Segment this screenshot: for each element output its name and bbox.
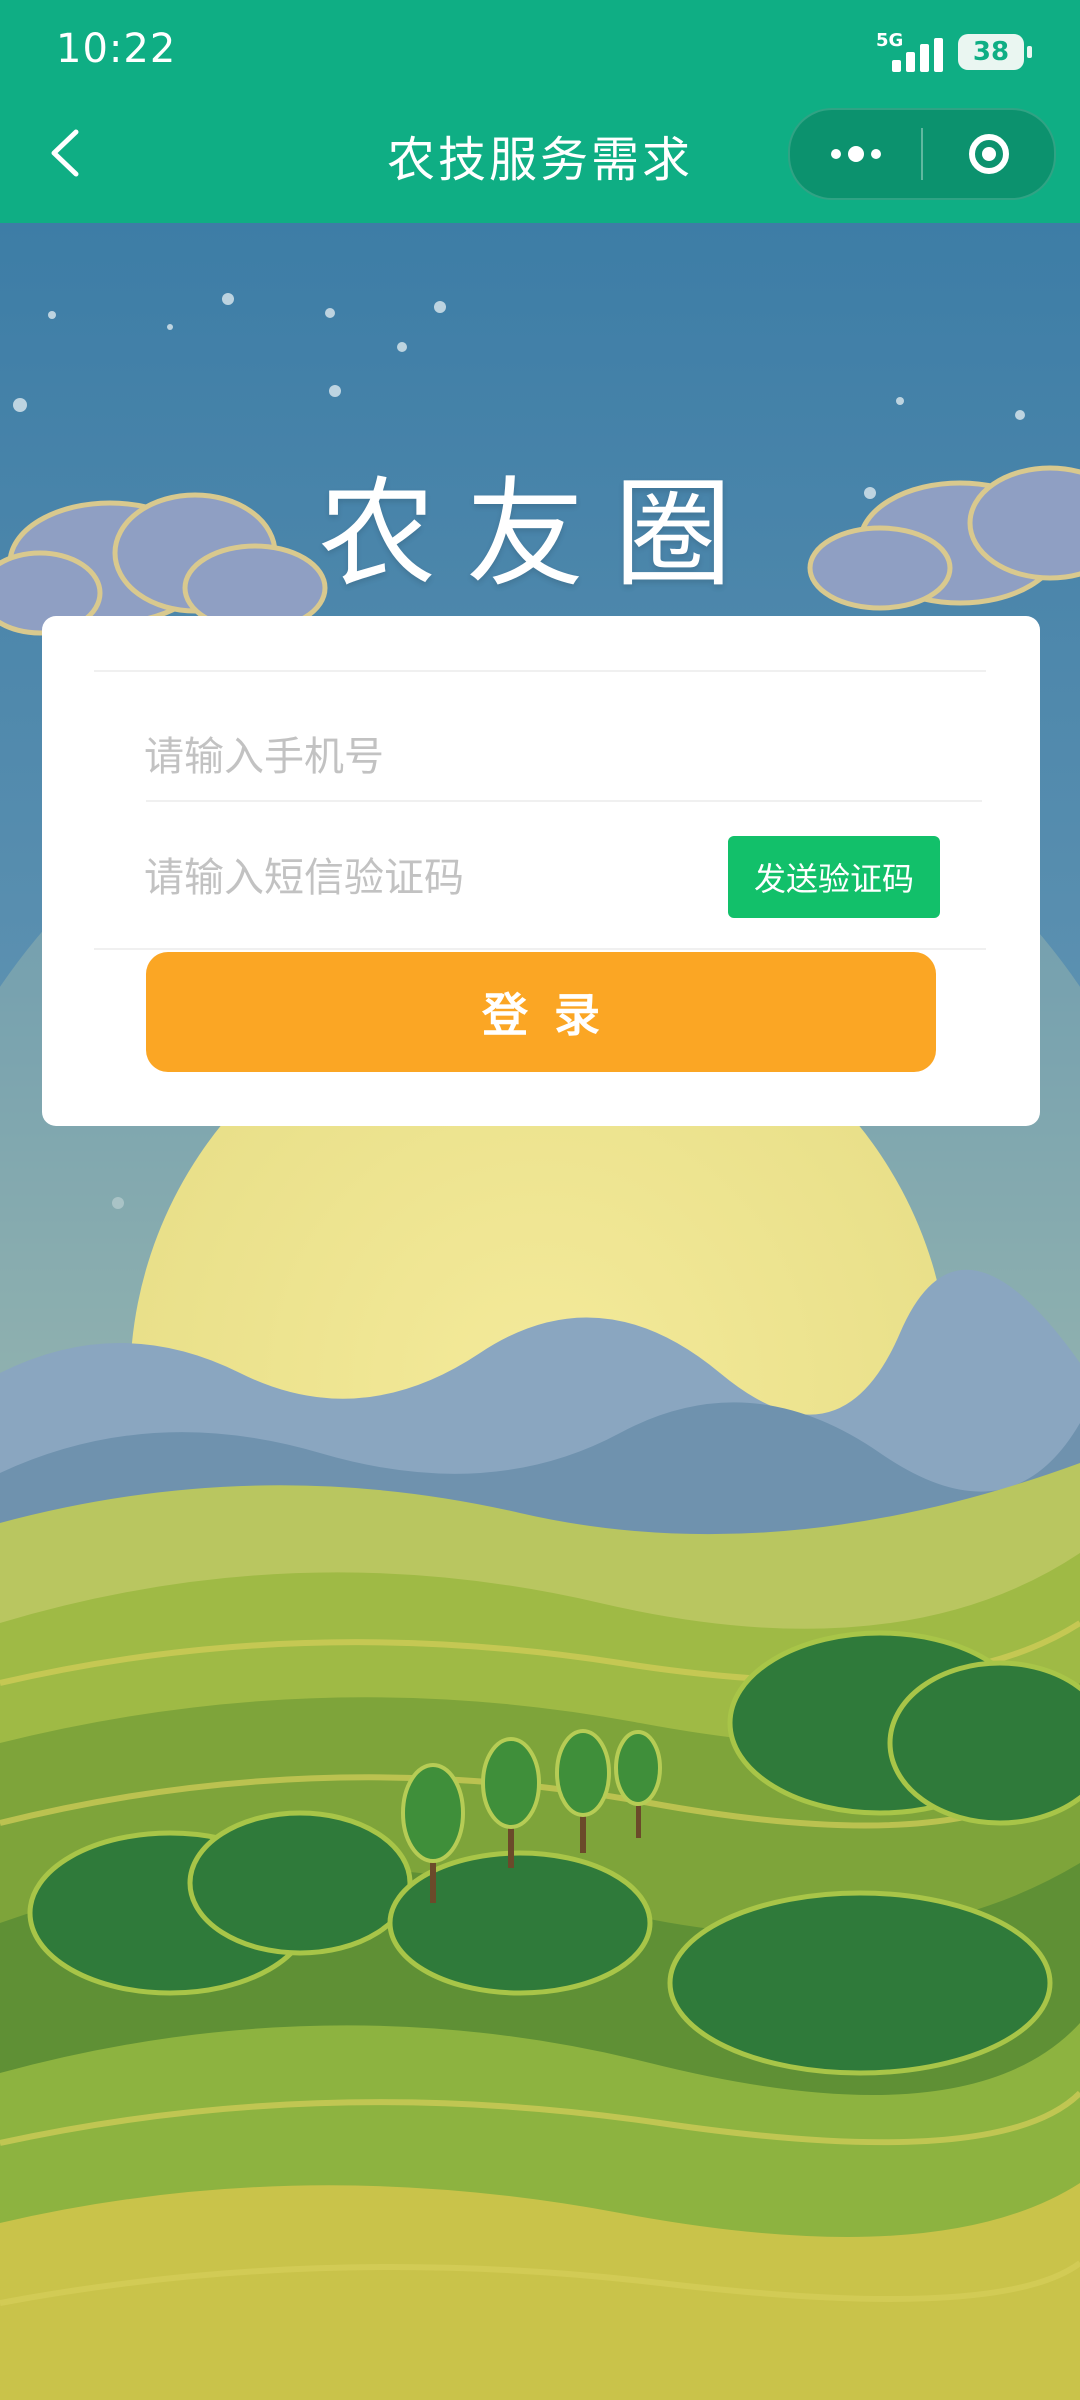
sms-code-input[interactable] [142, 832, 706, 924]
login-button[interactable]: 登录 [146, 952, 936, 1072]
divider [146, 800, 982, 802]
divider [94, 670, 986, 672]
brand-title: 农友圈 [317, 465, 762, 603]
battery-icon: 38 [958, 34, 1032, 70]
close-miniprogram-button[interactable] [923, 110, 1054, 198]
more-icon [830, 146, 881, 162]
login-card: 发送验证码 登录 [42, 616, 1040, 1126]
more-button[interactable] [790, 110, 921, 198]
send-code-button[interactable]: 发送验证码 [728, 836, 940, 918]
status-time: 10:22 [56, 26, 177, 72]
miniprogram-capsule [788, 108, 1056, 200]
battery-level: 38 [972, 37, 1010, 67]
signal-icon: 5G [876, 28, 944, 76]
status-icons: 5G 38 [876, 28, 1032, 76]
app-header: 10:22 5G 38 农技服务需求 [0, 0, 1080, 223]
target-icon [968, 134, 1009, 174]
divider [94, 948, 986, 950]
